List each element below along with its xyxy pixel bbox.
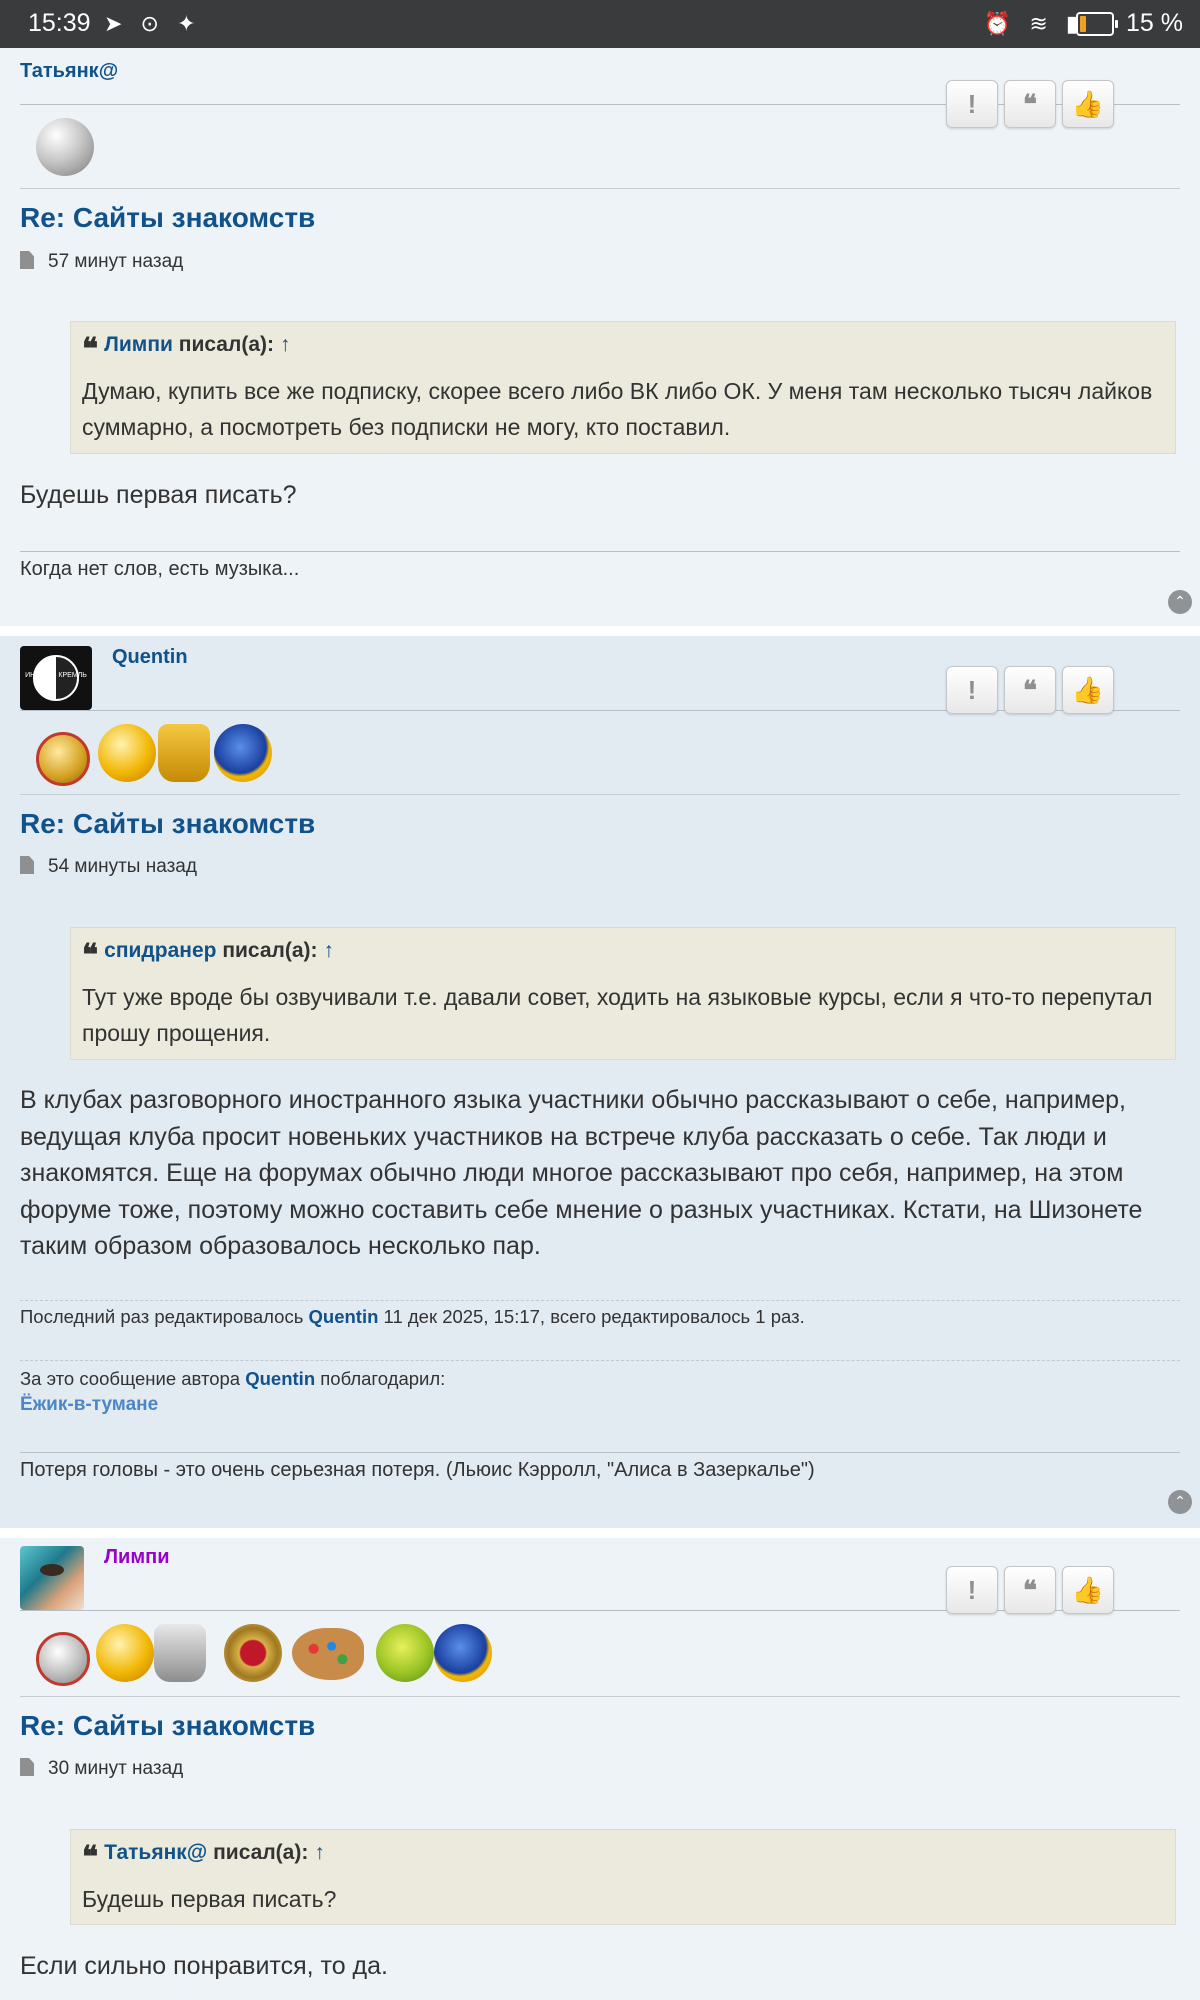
quote-text: Думаю, купить все же подписку, скорее вс…: [82, 378, 1153, 440]
divider: [20, 794, 1180, 795]
post-author[interactable]: Лимпи: [104, 1546, 170, 1569]
quote-source-arrow-icon[interactable]: ↑: [324, 939, 335, 962]
like-button[interactable]: 👍: [1062, 1566, 1114, 1614]
quote-header: ❝ Лимпи писал(а): ↑: [82, 332, 1165, 367]
quote-label: писал(а):: [213, 1841, 309, 1864]
post-body: Если сильно понравится, то да.: [20, 1952, 388, 1980]
edit-suffix: 11 дек 2025, 15:17, всего редактировалос…: [383, 1306, 805, 1327]
trophy-icon: [158, 724, 210, 782]
divider: [20, 1300, 1180, 1301]
palette-icon: [292, 1628, 364, 1680]
quote-header: ❝ Татьянк@ писал(а): ↑: [82, 1840, 1165, 1875]
divider: [20, 1452, 1180, 1453]
gold-award-icon: [96, 1624, 154, 1682]
quote-block: ❝ Лимпи писал(а): ↑ Думаю, купить все же п…: [70, 321, 1176, 454]
like-button[interactable]: 👍: [1062, 80, 1114, 128]
post-title[interactable]: Re: Сайты знакомств: [20, 202, 315, 234]
report-button[interactable]: !: [946, 80, 998, 128]
post: Татьянк@ ! ❝ 👍 Re: Сайты знакомств 57 ми…: [0, 48, 1200, 626]
post-time-text: 57 минут назад: [48, 251, 184, 272]
quote-text: Тут уже вроде бы озвучивали т.е. давали …: [82, 984, 1153, 1046]
quote-label: писал(а):: [178, 333, 274, 356]
post-title[interactable]: Re: Сайты знакомств: [20, 808, 315, 840]
quote-text: Будешь первая писать?: [82, 1886, 337, 1912]
post-icon: [20, 1758, 34, 1776]
crystal-ball-icon: [36, 118, 94, 176]
back-to-top-icon[interactable]: ⌃: [1168, 1490, 1192, 1514]
post-author[interactable]: Татьянк@: [20, 60, 118, 83]
star-medal-icon: [224, 1624, 282, 1682]
quote-source-arrow-icon[interactable]: ↑: [280, 333, 291, 356]
thanks-prefix: За это сообщение автора: [20, 1368, 241, 1389]
quote-icon: ❝: [82, 938, 99, 973]
quote-author[interactable]: Лимпи: [104, 333, 173, 356]
divider: [20, 551, 1180, 552]
post-signature: Когда нет слов, есть музыка...: [20, 558, 300, 580]
divider: [20, 188, 1180, 189]
silver-medal-icon: [36, 1632, 90, 1686]
quote-icon: ❝: [82, 332, 99, 367]
avatar[interactable]: ИНЬ ЯНЬ КРЕМЛЬ: [20, 646, 92, 710]
notification-icons: ➤ ⊙ ✦: [104, 11, 202, 36]
post-title[interactable]: Re: Сайты знакомств: [20, 1710, 315, 1742]
post-body: Будешь первая писать?: [20, 481, 297, 509]
back-to-top-icon[interactable]: ⌃: [1168, 590, 1192, 614]
thanks-notice: За это сообщение автора Quentin поблагод…: [20, 1368, 445, 1390]
avatar-text: ИНЬ ЯНЬ КРЕМЛЬ: [25, 672, 87, 679]
post-time: 30 минут назад: [20, 1758, 183, 1780]
quote-button[interactable]: ❝: [1004, 666, 1056, 714]
post: Лимпи ! ❝ 👍 Re: Сайты знакомств 30 минут…: [0, 1538, 1200, 2000]
quote-author[interactable]: Татьянк@: [104, 1841, 207, 1864]
post-time-text: 30 минут назад: [48, 1758, 184, 1779]
thanked-by-user-link[interactable]: Ёжик-в-тумане: [20, 1394, 158, 1416]
divider: [20, 1696, 1180, 1697]
quote-button[interactable]: ❝: [1004, 1566, 1056, 1614]
green-badge-icon: [376, 1624, 434, 1682]
quote-icon: ❝: [82, 1840, 99, 1875]
battery-icon: [1076, 12, 1118, 36]
system-icons: ⏰ ≋ ▮: [983, 11, 1084, 36]
report-button[interactable]: !: [946, 1566, 998, 1614]
quote-button[interactable]: ❝: [1004, 80, 1056, 128]
post-signature: Потеря головы - это очень серьезная поте…: [20, 1459, 815, 1481]
post-time: 54 минуты назад: [20, 856, 197, 878]
quote-author[interactable]: спидранер: [104, 939, 216, 962]
quote-block: ❝ Татьянк@ писал(а): ↑ Будешь первая писат…: [70, 1829, 1176, 1925]
post-icon: [20, 856, 34, 874]
battery-percent: 15 %: [1126, 9, 1183, 37]
thanks-suffix: поблагодарил:: [320, 1368, 446, 1389]
thanks-author-link[interactable]: Quentin: [245, 1368, 315, 1389]
post-time-text: 54 минуты назад: [48, 856, 197, 877]
like-button[interactable]: 👍: [1062, 666, 1114, 714]
silver-trophy-icon: [154, 1624, 206, 1682]
quote-label: писал(а):: [222, 939, 318, 962]
gold-medal-icon: [36, 732, 90, 786]
quote-header: ❝ спидранер писал(а): ↑: [82, 938, 1165, 973]
post: ИНЬ ЯНЬ КРЕМЛЬ Quentin ! ❝ 👍 Re: Сайты з…: [0, 636, 1200, 1528]
edit-user-link[interactable]: Quentin: [309, 1306, 379, 1327]
post-body: В клубах разговорного иностранного языка…: [20, 1086, 1143, 1260]
sun-badge-icon: [434, 1624, 492, 1682]
sun-badge-icon: [214, 724, 272, 782]
post-separator: [0, 1528, 1200, 1538]
gold-award-icon: [98, 724, 156, 782]
edit-notice: Последний раз редактировалось Quentin 11…: [20, 1306, 805, 1328]
edit-prefix: Последний раз редактировалось: [20, 1306, 304, 1327]
quote-block: ❝ спидранер писал(а): ↑ Тут уже вроде бы о…: [70, 927, 1176, 1060]
status-bar: 15:39 ➤ ⊙ ✦ ⏰ ≋ ▮ 15 %: [0, 0, 1200, 48]
quote-source-arrow-icon[interactable]: ↑: [314, 1841, 325, 1864]
avatar[interactable]: [20, 1546, 84, 1610]
post-separator: [0, 626, 1200, 636]
post-icon: [20, 251, 34, 269]
status-time: 15:39: [28, 9, 91, 37]
report-button[interactable]: !: [946, 666, 998, 714]
divider: [20, 1360, 1180, 1361]
post-author[interactable]: Quentin: [112, 646, 188, 669]
post-time: 57 минут назад: [20, 251, 183, 273]
